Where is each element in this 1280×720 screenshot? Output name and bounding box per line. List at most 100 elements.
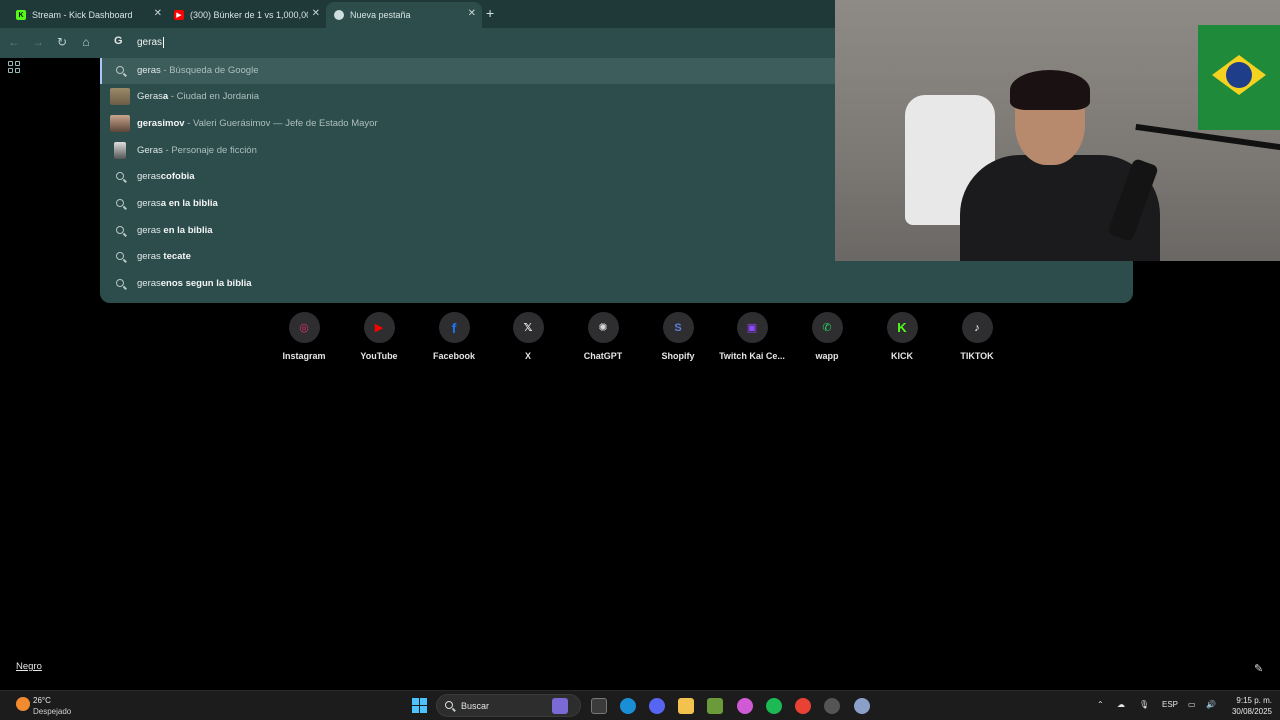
suggestion-completion: enos segun la biblia bbox=[160, 278, 252, 289]
date: 30/08/2025 bbox=[1231, 707, 1272, 716]
tab-new-tab[interactable]: Nueva pestaña ✕ bbox=[326, 2, 482, 28]
windows-start-icon[interactable] bbox=[412, 698, 427, 713]
close-icon[interactable]: ✕ bbox=[312, 8, 320, 19]
discord-icon[interactable] bbox=[649, 698, 665, 714]
brazil-flag-image bbox=[1198, 25, 1280, 130]
display-icon[interactable]: ▭ bbox=[1188, 700, 1196, 709]
shortcut-shopify[interactable]: S Shopify bbox=[642, 312, 714, 372]
copilot-app-icon[interactable] bbox=[737, 698, 753, 714]
settings-icon[interactable] bbox=[854, 698, 870, 714]
chrome-icon[interactable] bbox=[795, 698, 811, 714]
suggestion-desc: - Personaje de ficción bbox=[162, 145, 257, 156]
search-icon bbox=[116, 199, 126, 209]
omnibox-input[interactable]: geras bbox=[137, 37, 165, 49]
suggestion-completion: tecate bbox=[160, 251, 191, 262]
facebook-icon: f bbox=[438, 312, 470, 343]
shortcut-x[interactable]: 𝕏 X bbox=[492, 312, 564, 372]
x-icon: 𝕏 bbox=[512, 312, 544, 343]
suggestion-desc: - Ciudad en Jordania bbox=[168, 91, 260, 102]
shortcut-label: Twitch Kai Ce... bbox=[719, 351, 785, 361]
suggestion-desc: - Búsqueda de Google bbox=[160, 65, 259, 76]
clock[interactable]: 9:15 p. m. 30/08/2025 bbox=[1226, 695, 1272, 717]
shortcut-wapp[interactable]: ✆ wapp bbox=[791, 312, 863, 372]
suggestion-match: geras bbox=[137, 278, 161, 289]
shortcut-label: X bbox=[524, 351, 531, 361]
minecraft-icon[interactable] bbox=[707, 698, 723, 714]
suggestion-completion: en la biblia bbox=[160, 225, 213, 236]
search-icon bbox=[445, 701, 453, 709]
obs-icon[interactable] bbox=[824, 698, 840, 714]
chatgpt-icon: ✺ bbox=[587, 312, 619, 343]
suggestion-match: Geras bbox=[137, 91, 163, 102]
close-icon[interactable]: ✕ bbox=[154, 8, 162, 19]
thumbnail-image bbox=[110, 115, 130, 132]
new-tab-button[interactable]: + bbox=[486, 5, 494, 21]
back-icon[interactable]: ← bbox=[6, 34, 22, 50]
search-icon bbox=[116, 252, 126, 262]
search-icon bbox=[116, 172, 126, 182]
twitch-icon: ▣ bbox=[736, 312, 768, 343]
spotify-icon[interactable] bbox=[766, 698, 782, 714]
search-icon bbox=[116, 66, 126, 76]
screen: K Stream - Kick Dashboard ✕ ▶ (300) Búnk… bbox=[0, 0, 1280, 720]
suggestion-desc: - Valeri Guerásimov — Jefe de Estado May… bbox=[184, 118, 378, 129]
chrome-icon bbox=[334, 10, 344, 20]
weather-icon bbox=[16, 697, 30, 711]
file-explorer-icon[interactable] bbox=[678, 698, 694, 714]
weather-widget[interactable]: 26°C Despejado bbox=[16, 695, 96, 717]
shortcut-label: TIKTOK bbox=[960, 351, 994, 361]
copilot-icon[interactable] bbox=[552, 698, 568, 714]
suggestion-match: geras bbox=[137, 118, 163, 129]
tab-title: Nueva pestaña bbox=[350, 10, 411, 20]
close-icon[interactable]: ✕ bbox=[468, 8, 476, 19]
whatsapp-icon: ✆ bbox=[811, 312, 843, 343]
microphone-icon[interactable]: 🎙 bbox=[1139, 700, 1149, 709]
suggestion-match: geras bbox=[137, 198, 161, 209]
google-icon: G bbox=[114, 35, 123, 47]
suggestion-completion: a en la biblia bbox=[160, 198, 218, 209]
shortcut-tiktok[interactable]: ♪ TIKTOK bbox=[941, 312, 1013, 372]
weather-temp: 26°C bbox=[33, 696, 51, 705]
home-icon[interactable]: ⌂ bbox=[78, 34, 94, 50]
suggestion-match: geras bbox=[137, 65, 161, 76]
pencil-icon[interactable]: ✎ bbox=[1254, 662, 1263, 675]
suggestion-match: geras bbox=[137, 225, 161, 236]
shortcut-kick[interactable]: K KICK bbox=[866, 312, 938, 372]
shortcut-facebook[interactable]: f Facebook bbox=[418, 312, 490, 372]
suggestion-match: geras bbox=[137, 251, 161, 262]
suggestion-item[interactable]: gerasenos segun la biblia bbox=[100, 271, 1133, 297]
shortcut-label: Shopify bbox=[661, 351, 695, 361]
thumbnail-image bbox=[110, 88, 130, 105]
omnibox-value: geras bbox=[137, 37, 163, 49]
shortcut-twitch[interactable]: ▣ Twitch Kai Ce... bbox=[716, 312, 788, 372]
instagram-icon: ◎ bbox=[288, 312, 320, 343]
search-icon bbox=[116, 279, 126, 289]
network-icon[interactable]: ☁ bbox=[1117, 700, 1125, 709]
apps-grid-icon[interactable] bbox=[8, 61, 20, 73]
edge-icon[interactable] bbox=[620, 698, 636, 714]
chevron-up-icon[interactable]: ⌃ bbox=[1097, 700, 1104, 709]
suggestion-completion: imov bbox=[162, 118, 185, 129]
suggestion-match: geras bbox=[137, 171, 161, 182]
language-indicator[interactable]: ESP bbox=[1162, 700, 1178, 709]
shortcut-label: Facebook bbox=[432, 351, 475, 361]
suggestion-completion: cofobia bbox=[160, 171, 195, 182]
shortcut-youtube[interactable]: ▶ YouTube bbox=[343, 312, 415, 372]
webcam-overlay bbox=[835, 0, 1280, 261]
reload-icon[interactable]: ↻ bbox=[54, 34, 70, 50]
suggestion-match: Geras bbox=[137, 145, 163, 156]
task-view-icon[interactable] bbox=[591, 698, 607, 714]
shortcut-label: KICK bbox=[891, 351, 913, 361]
volume-icon[interactable]: 🔊 bbox=[1206, 700, 1216, 709]
kick-icon: K bbox=[16, 10, 26, 20]
time: 9:15 p. m. bbox=[1236, 696, 1272, 705]
shortcut-label: YouTube bbox=[360, 351, 398, 361]
forward-icon[interactable]: → bbox=[30, 34, 46, 50]
tiktok-icon: ♪ bbox=[961, 312, 993, 343]
shortcut-chatgpt[interactable]: ✺ ChatGPT bbox=[567, 312, 639, 372]
shortcut-instagram[interactable]: ◎ Instagram bbox=[268, 312, 340, 372]
tab-youtube[interactable]: ▶ (300) Búnker de 1 vs 1,000,000, ✕ bbox=[166, 2, 326, 28]
tab-kick-dashboard[interactable]: K Stream - Kick Dashboard ✕ bbox=[8, 2, 168, 28]
youtube-icon: ▶ bbox=[363, 312, 395, 343]
theme-link[interactable]: Negro bbox=[16, 661, 42, 672]
